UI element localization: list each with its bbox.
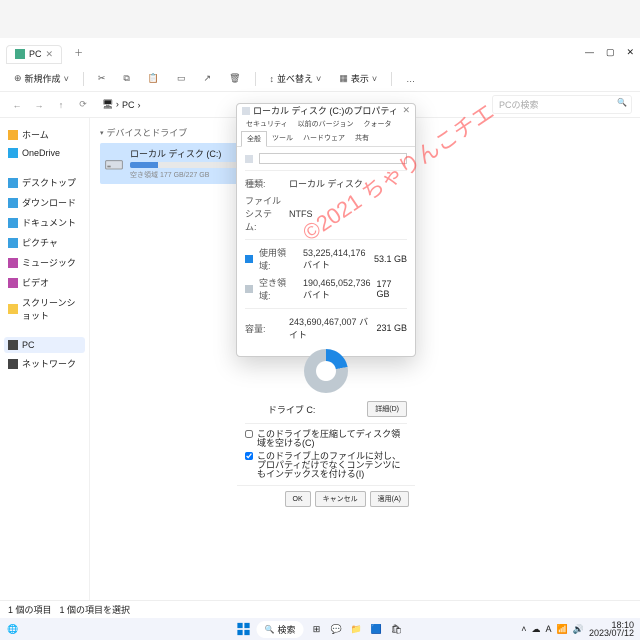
drive-icon <box>245 155 253 163</box>
cut-icon[interactable]: ✂ <box>94 71 110 86</box>
sidebar-item-network[interactable]: ネットワーク <box>4 354 85 373</box>
compress-checkbox[interactable]: このドライブを圧縮してディスク領域を空ける(C) <box>245 430 407 448</box>
chat-icon[interactable]: 💬 <box>329 622 343 636</box>
tab-close-icon[interactable]: ✕ <box>46 49 54 60</box>
drive-icon <box>242 107 250 115</box>
dialog-close-button[interactable]: ✕ <box>402 105 410 116</box>
sidebar-item-videos[interactable]: ビデオ <box>4 273 85 292</box>
titlebar: PC ✕ ＋ — ▢ ✕ <box>0 38 640 66</box>
sidebar-item-documents[interactable]: ドキュメント <box>4 213 85 232</box>
tab-security[interactable]: セキュリティ <box>241 117 293 131</box>
tab-sharing[interactable]: 共有 <box>350 131 374 146</box>
tab-tools[interactable]: ツール <box>267 131 298 146</box>
drive-icon <box>104 154 124 174</box>
sidebar-item-desktop[interactable]: デスクトップ <box>4 173 85 192</box>
status-count: 1 個の項目 <box>8 603 52 616</box>
dialog-tabs: セキュリティ 以前のバージョン クォータ 全般 ツール ハードウェア 共有 <box>237 117 415 147</box>
volume-icon[interactable]: 🔊 <box>573 624 584 635</box>
tab-quota[interactable]: クォータ <box>358 117 396 131</box>
used-swatch <box>245 255 253 263</box>
status-selection: 1 個の項目を選択 <box>60 603 131 616</box>
chevron-up-icon[interactable]: ˄ <box>521 624 526 634</box>
pc-icon <box>15 49 25 59</box>
up-button[interactable]: ↑ <box>52 96 70 114</box>
explorer-icon[interactable]: 📁 <box>349 622 363 636</box>
system-tray[interactable]: ˄ ☁ A 📶 🔊 18:102023/07/12 <box>521 621 634 637</box>
toolbar: ⊕ 新規作成 ˅ ✂ ⧉ 📋 ▭ ↗ 🗑 ↕ 並べ替え ˅ ▦ 表示 ˅ … <box>0 66 640 92</box>
start-button[interactable] <box>237 622 251 636</box>
sidebar-item-music[interactable]: ミュージック <box>4 253 85 272</box>
sidebar-item-pc[interactable]: PC <box>4 337 85 353</box>
onedrive-tray-icon[interactable]: ☁ <box>532 624 541 635</box>
properties-dialog: ローカル ディスク (C:)のプロパティ ✕ セキュリティ 以前のバージョン ク… <box>236 103 416 357</box>
sidebar-item-home[interactable]: ホーム <box>4 125 85 144</box>
tab-prev-versions[interactable]: 以前のバージョン <box>293 117 359 131</box>
volume-label-input[interactable] <box>259 153 407 164</box>
close-button[interactable]: ✕ <box>626 47 634 58</box>
sort-button[interactable]: ↕ 並べ替え ˅ <box>266 70 326 87</box>
sidebar: ホーム OneDrive デスクトップ ダウンロード ドキュメント ピクチャ ミ… <box>0 118 90 600</box>
index-checkbox[interactable]: このドライブ上のファイルに対し、プロパティだけでなくコンテンツにもインデックスを… <box>245 452 407 479</box>
sidebar-item-screenshots[interactable]: スクリーンショット <box>4 293 85 325</box>
window-controls: — ▢ ✕ <box>585 47 634 58</box>
wifi-icon[interactable]: 📶 <box>557 624 568 635</box>
taskbar-search[interactable]: 🔍 検索 <box>257 621 304 638</box>
cancel-button[interactable]: キャンセル <box>315 491 366 507</box>
sidebar-item-pictures[interactable]: ピクチャ <box>4 233 85 252</box>
search-input[interactable]: PCの検索 <box>492 95 632 114</box>
taskbar: 🌐 🔍 検索 ⊞ 💬 📁 🟦 🛍 ˄ ☁ A 📶 🔊 18:102023/07/… <box>0 618 640 640</box>
store-icon[interactable]: 🛍 <box>389 622 403 636</box>
edge-icon[interactable]: 🌐 <box>6 622 20 636</box>
new-tab-button[interactable]: ＋ <box>68 44 89 61</box>
copy-icon[interactable]: ⧉ <box>119 71 133 86</box>
dialog-titlebar[interactable]: ローカル ディスク (C:)のプロパティ ✕ <box>237 104 415 117</box>
dialog-title: ローカル ディスク (C:)のプロパティ <box>253 104 398 117</box>
capacity-pie <box>304 349 348 393</box>
back-button[interactable]: ← <box>8 96 26 114</box>
task-view-icon[interactable]: ⊞ <box>309 622 323 636</box>
edge-taskbar-icon[interactable]: 🟦 <box>369 622 383 636</box>
maximize-button[interactable]: ▢ <box>606 47 615 58</box>
view-button[interactable]: ▦ 表示 ˅ <box>335 70 381 87</box>
tab-hardware[interactable]: ハードウェア <box>298 131 350 146</box>
tab-general[interactable]: 全般 <box>241 131 267 147</box>
tab-pc[interactable]: PC ✕ <box>6 45 62 64</box>
ok-button[interactable]: OK <box>285 491 311 507</box>
breadcrumb[interactable]: 🖥 › PC › <box>96 97 146 112</box>
sidebar-item-onedrive[interactable]: OneDrive <box>4 145 85 161</box>
tab-label: PC <box>29 49 42 59</box>
disk-cleanup-button[interactable]: 詳細(D) <box>367 401 407 417</box>
drive-label: ドライブ C: <box>268 403 316 416</box>
rename-icon[interactable]: ▭ <box>173 71 190 86</box>
status-bar: 1 個の項目 1 個の項目を選択 <box>0 600 640 618</box>
share-icon[interactable]: ↗ <box>200 71 216 86</box>
forward-button[interactable]: → <box>30 96 48 114</box>
free-swatch <box>245 285 253 293</box>
delete-icon[interactable]: 🗑 <box>225 71 244 86</box>
sidebar-item-downloads[interactable]: ダウンロード <box>4 193 85 212</box>
new-button[interactable]: ⊕ 新規作成 ˅ <box>10 70 73 87</box>
more-button[interactable]: … <box>402 72 419 86</box>
apply-button[interactable]: 適用(A) <box>370 491 409 507</box>
refresh-button[interactable]: ⟳ <box>74 96 92 114</box>
paste-icon[interactable]: 📋 <box>144 71 163 86</box>
minimize-button[interactable]: — <box>585 47 594 58</box>
